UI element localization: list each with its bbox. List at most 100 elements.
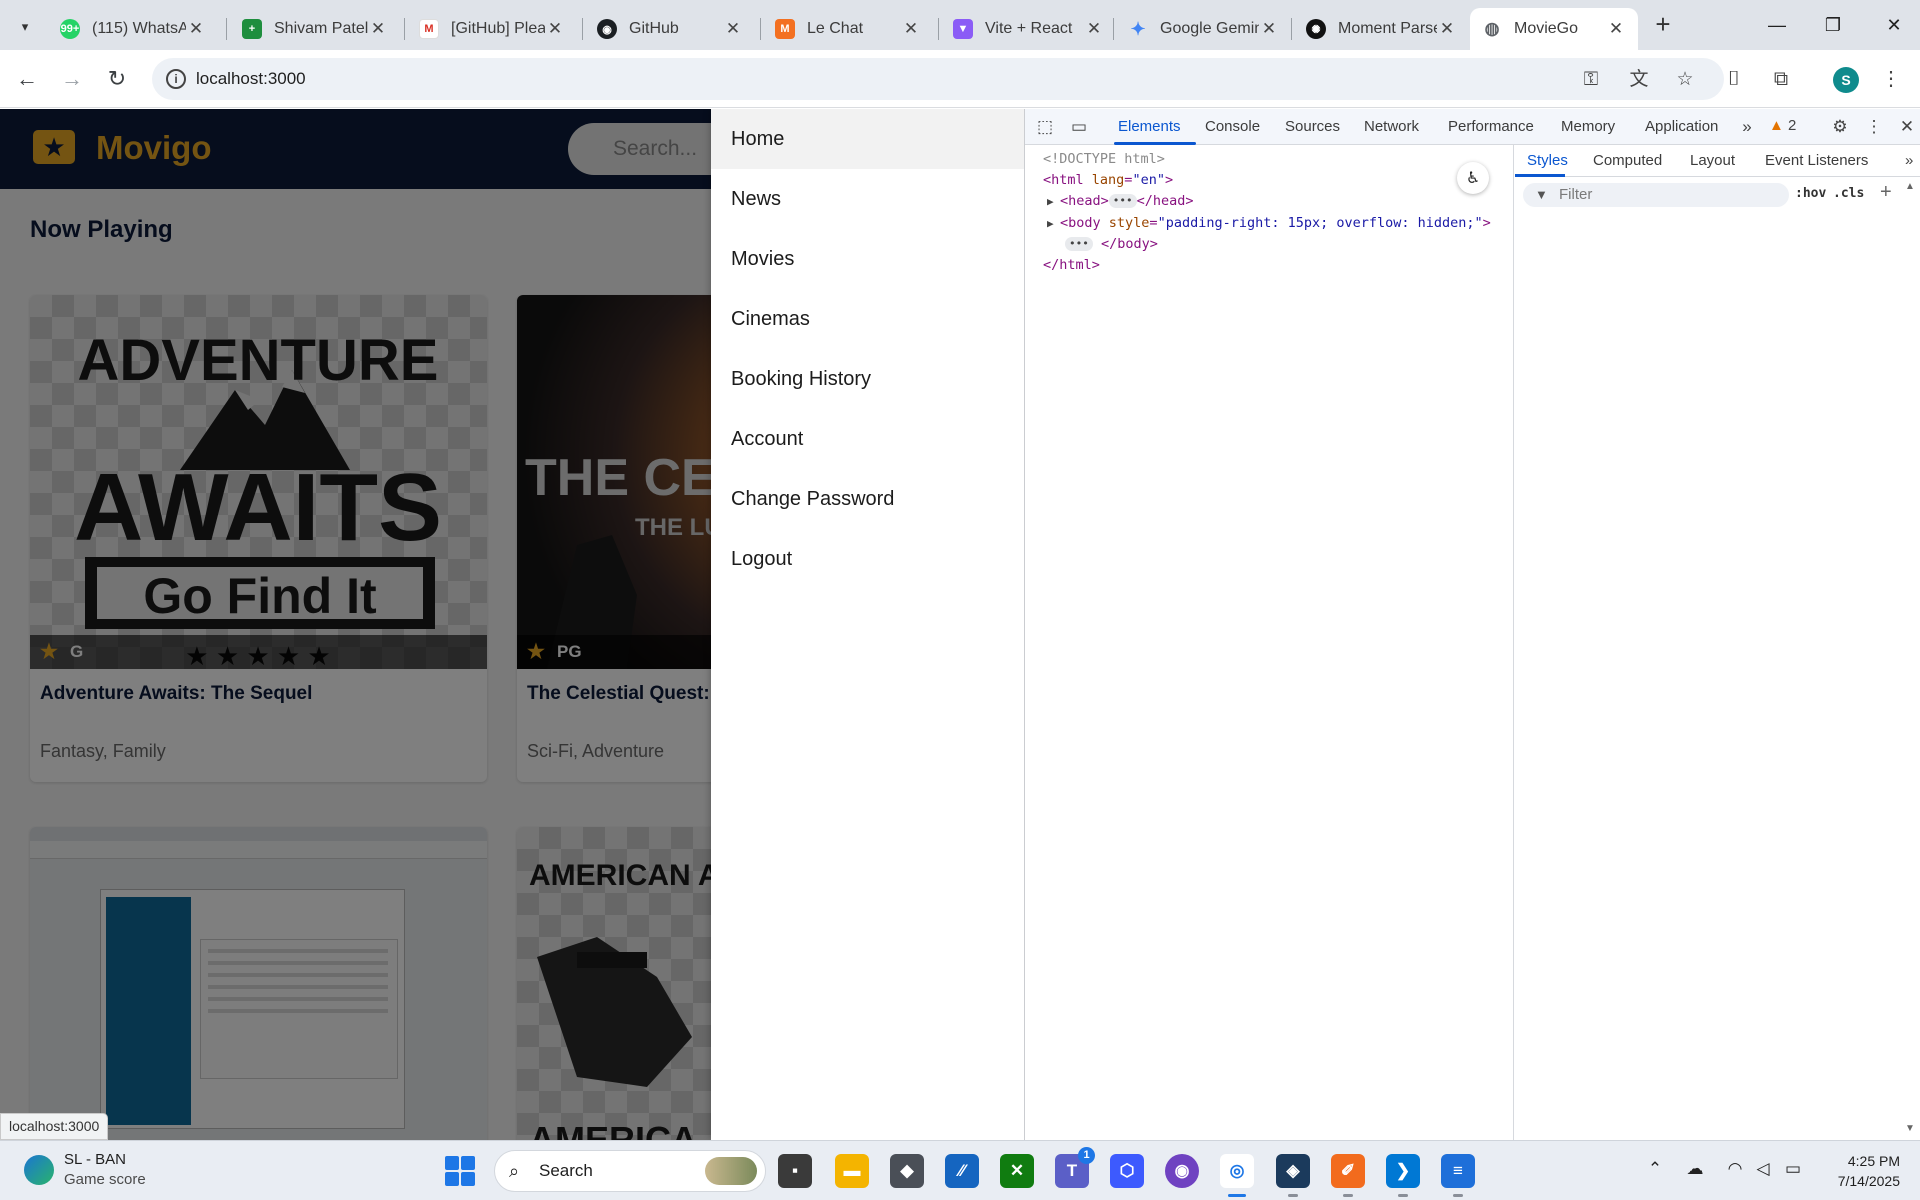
close-tab-icon[interactable]: ✕ xyxy=(186,19,206,39)
browser-tab[interactable]: ✺ Moment Parse ✕ xyxy=(1294,8,1469,50)
browser-tab[interactable]: M [GitHub] Please ✕ xyxy=(407,8,577,50)
drawer-item-booking-history[interactable]: Booking History xyxy=(711,349,1024,409)
address-bar[interactable]: i localhost:3000 ⚿ 文 ☆ xyxy=(152,58,1724,100)
start-windows-icon[interactable] xyxy=(445,1156,475,1186)
dom-body-node[interactable]: ▶ <body style="padding-right: 15px; overf… xyxy=(1047,215,1491,231)
styles-filter-input[interactable]: ▼ Filter xyxy=(1523,183,1789,207)
close-tab-icon[interactable]: ✕ xyxy=(545,19,565,39)
scroll-up-arrow-icon[interactable]: ▲ xyxy=(1905,181,1915,192)
profile-avatar[interactable]: S xyxy=(1833,67,1859,93)
browser-tab-active[interactable]: ◍ MovieGo ✕ xyxy=(1470,8,1638,50)
azure-data-studio-icon[interactable]: ⁄⁄ xyxy=(945,1154,979,1188)
dom-body-close[interactable]: ••• </body> xyxy=(1065,236,1158,252)
postman-icon[interactable]: ✐ xyxy=(1331,1154,1365,1197)
new-tab-button[interactable]: + xyxy=(1648,10,1678,40)
drawer-item-news[interactable]: News xyxy=(711,169,1024,229)
devtools-tab-memory[interactable]: Memory xyxy=(1561,118,1615,135)
sidebar-tab-event-listeners[interactable]: Event Listeners xyxy=(1765,152,1868,169)
xbox-icon[interactable]: ✕ xyxy=(1000,1154,1034,1188)
chrome-menu-icon[interactable]: ⋮ xyxy=(1876,64,1906,94)
system-clock[interactable]: 4:25 PM 7/14/2025 xyxy=(1800,1151,1900,1191)
more-tabs-icon[interactable]: » xyxy=(1735,116,1759,138)
sidebar-tab-layout[interactable]: Layout xyxy=(1690,152,1735,169)
devtools-tab-performance[interactable]: Performance xyxy=(1448,118,1534,135)
inspect-element-icon[interactable]: ⬚ xyxy=(1033,116,1057,138)
reload-icon[interactable]: ↻ xyxy=(102,64,132,94)
warnings-count[interactable]: ▲ 2 xyxy=(1769,117,1796,134)
show-hidden-icons-icon[interactable]: ⌃ xyxy=(1644,1159,1666,1179)
taskbar-search[interactable]: ⌕ Search xyxy=(494,1150,766,1192)
nav-drawer: Home News Movies Cinemas Booking History… xyxy=(711,109,1024,1140)
devtools-tab-network[interactable]: Network xyxy=(1364,118,1419,135)
forward-arrow-icon[interactable]: → xyxy=(57,64,87,94)
github-desktop-icon[interactable]: ◉ xyxy=(1165,1154,1199,1188)
hover-state-toggle[interactable]: :hov xyxy=(1795,186,1826,201)
dom-html-close[interactable]: </html> xyxy=(1043,257,1100,273)
wifi-icon[interactable]: ◠ xyxy=(1724,1159,1746,1179)
browser-tab[interactable]: ◉ GitHub ✕ xyxy=(585,8,755,50)
tab-search-icon[interactable]: ▾ xyxy=(12,14,38,40)
browser-tab[interactable]: 99+ (115) WhatsApp ✕ xyxy=(48,8,218,50)
minimize-button[interactable]: — xyxy=(1754,8,1800,42)
settings-gear-icon[interactable]: ⚙ xyxy=(1828,116,1852,138)
drawer-item-cinemas[interactable]: Cinemas xyxy=(711,289,1024,349)
cricket-widget-icon[interactable] xyxy=(24,1155,54,1185)
back-arrow-icon[interactable]: ← xyxy=(12,64,42,94)
drawer-item-movies[interactable]: Movies xyxy=(711,229,1024,289)
teams-icon[interactable]: T1 xyxy=(1055,1147,1095,1188)
chrome-icon[interactable]: ◎ xyxy=(1220,1154,1254,1197)
dom-html-open[interactable]: <html lang="en"> xyxy=(1043,172,1173,188)
devtools-tab-sources[interactable]: Sources xyxy=(1285,118,1340,135)
onedrive-icon[interactable]: ☁ xyxy=(1684,1159,1706,1179)
password-key-icon[interactable]: ⚿ xyxy=(1578,67,1604,93)
drawer-item-change-password[interactable]: Change Password xyxy=(711,469,1024,529)
drawer-item-home[interactable]: Home xyxy=(711,109,1024,169)
scroll-down-arrow-icon[interactable]: ▼ xyxy=(1905,1123,1915,1134)
device-toolbar-icon[interactable]: ▭ xyxy=(1067,116,1091,138)
more-sidebar-tabs-icon[interactable]: » xyxy=(1905,152,1913,169)
close-tab-icon[interactable]: ✕ xyxy=(1084,19,1104,39)
notepad-icon[interactable]: ≡ xyxy=(1441,1154,1475,1197)
close-tab-icon[interactable]: ✕ xyxy=(723,19,743,39)
bookmark-star-icon[interactable]: ☆ xyxy=(1672,67,1698,93)
dom-head-node[interactable]: ▶ <head> ••• </head> xyxy=(1047,193,1194,209)
class-toggle[interactable]: .cls xyxy=(1833,186,1864,201)
widget-subtitle[interactable]: Game score xyxy=(64,1171,146,1188)
task-view-icon[interactable]: ▪ xyxy=(778,1154,812,1188)
camera-icon[interactable]: ⌷ xyxy=(1719,64,1749,94)
browser-tab[interactable]: + Shivam Patel ✕ xyxy=(230,8,400,50)
new-style-rule-icon[interactable]: + xyxy=(1880,181,1892,204)
mysql-workbench-icon[interactable]: ◈ xyxy=(1276,1154,1310,1197)
unity-icon[interactable]: ◆ xyxy=(890,1154,924,1188)
close-window-button[interactable]: ✕ xyxy=(1871,8,1917,42)
close-tab-icon[interactable]: ✕ xyxy=(1259,19,1279,39)
file-explorer-icon[interactable]: ▬ xyxy=(835,1154,869,1188)
sidebar-tab-computed[interactable]: Computed xyxy=(1593,152,1662,169)
close-devtools-icon[interactable]: ✕ xyxy=(1895,116,1919,138)
accessibility-tree-icon[interactable]: ♿ xyxy=(1457,162,1489,194)
close-tab-icon[interactable]: ✕ xyxy=(1437,19,1457,39)
volume-icon[interactable]: ◁ xyxy=(1752,1159,1774,1179)
browser-tab[interactable]: ✦ Google Gemini ✕ xyxy=(1116,8,1291,50)
widget-title[interactable]: SL - BAN xyxy=(64,1151,126,1168)
browser-tab[interactable]: M Le Chat ✕ xyxy=(763,8,933,50)
site-info-icon[interactable]: i xyxy=(166,69,186,89)
devtools-menu-icon[interactable]: ⋮ xyxy=(1862,116,1886,138)
close-tab-icon[interactable]: ✕ xyxy=(901,19,921,39)
drawer-item-logout[interactable]: Logout xyxy=(711,529,1024,589)
drawer-item-account[interactable]: Account xyxy=(711,409,1024,469)
vscode-icon[interactable]: ❯ xyxy=(1386,1154,1420,1197)
devtools-tab-console[interactable]: Console xyxy=(1205,118,1260,135)
devtools-tab-application[interactable]: Application xyxy=(1645,118,1718,135)
translate-icon[interactable]: 文 xyxy=(1626,67,1652,93)
address-url[interactable]: localhost:3000 xyxy=(196,69,306,89)
hexagon-app-icon[interactable]: ⬡ xyxy=(1110,1154,1144,1188)
browser-tab[interactable]: ▼ Vite + React ✕ xyxy=(941,8,1116,50)
dom-doctype[interactable]: <!DOCTYPE html> xyxy=(1043,151,1165,167)
close-tab-icon[interactable]: ✕ xyxy=(1606,19,1626,39)
extensions-icon[interactable]: ⧉ xyxy=(1766,64,1796,94)
sidebar-tab-styles[interactable]: Styles xyxy=(1527,152,1568,169)
devtools-tab-elements[interactable]: Elements xyxy=(1118,118,1181,135)
restore-button[interactable]: ❐ xyxy=(1810,8,1856,42)
close-tab-icon[interactable]: ✕ xyxy=(368,19,388,39)
